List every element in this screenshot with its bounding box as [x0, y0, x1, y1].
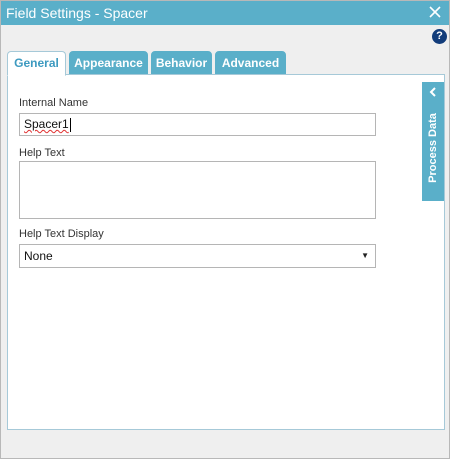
help-icon[interactable]: ?: [432, 29, 447, 44]
internal-name-label: Internal Name: [19, 97, 89, 109]
internal-name-input[interactable]: Spacer1: [19, 113, 376, 136]
help-text-label: Help Text: [19, 147, 65, 159]
dropdown-arrow-icon: ▼: [361, 251, 369, 260]
text-caret: [69, 117, 71, 132]
help-text-display-label: Help Text Display: [19, 228, 104, 240]
tab-appearance[interactable]: Appearance: [69, 51, 148, 75]
help-text-display-value: None: [24, 249, 53, 263]
chevron-left-icon[interactable]: [428, 87, 438, 97]
dialog-title: Field Settings - Spacer: [6, 5, 148, 21]
title-bar: Field Settings - Spacer: [1, 1, 449, 25]
process-data-side-tab[interactable]: Process Data: [422, 82, 444, 201]
process-data-label: Process Data: [427, 113, 439, 183]
help-text-display-select[interactable]: None ▼: [19, 244, 376, 268]
tab-general[interactable]: General: [7, 51, 66, 76]
internal-name-value: Spacer1: [24, 117, 69, 131]
tab-behavior[interactable]: Behavior: [151, 51, 212, 75]
field-settings-dialog: Field Settings - Spacer ? General Appear…: [0, 0, 450, 459]
tab-advanced[interactable]: Advanced: [215, 51, 286, 75]
general-panel: Internal Name Spacer1 Help Text Help Tex…: [7, 74, 445, 430]
close-icon[interactable]: [427, 4, 443, 20]
help-text-textarea[interactable]: [19, 161, 376, 219]
